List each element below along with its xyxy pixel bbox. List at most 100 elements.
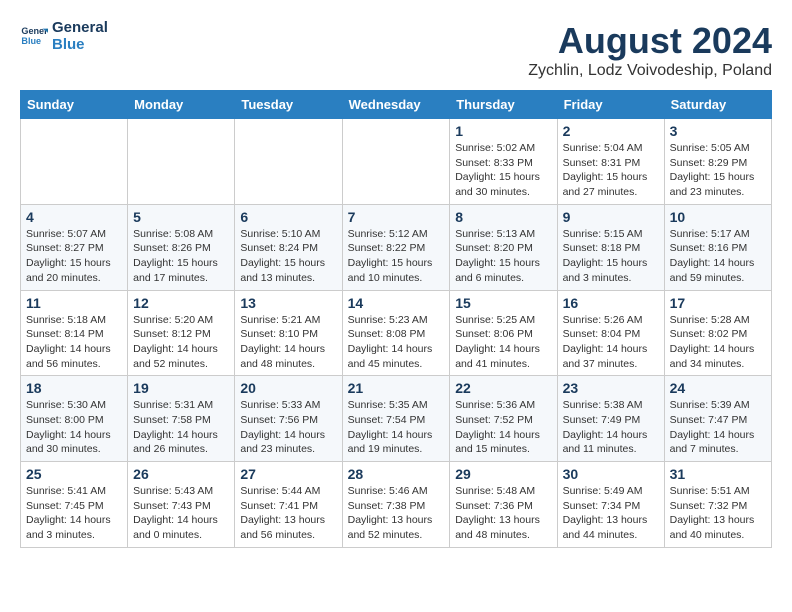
weekday-header-wednesday: Wednesday (342, 91, 450, 119)
day-number: 13 (240, 295, 336, 311)
day-info: Sunrise: 5:49 AMSunset: 7:34 PMDaylight:… (563, 484, 659, 543)
calendar-cell: 21Sunrise: 5:35 AMSunset: 7:54 PMDayligh… (342, 376, 450, 462)
calendar-cell: 10Sunrise: 5:17 AMSunset: 8:16 PMDayligh… (664, 204, 771, 290)
day-info: Sunrise: 5:21 AMSunset: 8:10 PMDaylight:… (240, 313, 336, 372)
day-number: 9 (563, 209, 659, 225)
day-info: Sunrise: 5:44 AMSunset: 7:41 PMDaylight:… (240, 484, 336, 543)
calendar-cell (128, 119, 235, 205)
day-info: Sunrise: 5:35 AMSunset: 7:54 PMDaylight:… (348, 398, 445, 457)
calendar-week-row: 18 Sunrise: 5:30 AMSunset: 8:00 PMDayligh… (21, 376, 772, 462)
calendar-header-row: SundayMondayTuesdayWednesdayThursdayFrid… (21, 91, 772, 119)
calendar-cell: 24 Sunrise: 5:39 AMSunset: 7:47 PMDayligh… (664, 376, 771, 462)
svg-text:Blue: Blue (21, 36, 41, 46)
day-info: Sunrise: 5:28 AMSunset: 8:02 PMDaylight:… (670, 313, 766, 372)
day-number: 12 (133, 295, 229, 311)
day-info: Sunrise: 5:13 AMSunset: 8:20 PMDaylight:… (455, 227, 551, 286)
calendar-cell: 12 Sunrise: 5:20 AMSunset: 8:12 PMDayligh… (128, 290, 235, 376)
day-info: Sunrise: 5:26 AMSunset: 8:04 PMDaylight:… (563, 313, 659, 372)
calendar-cell: 28 Sunrise: 5:46 AMSunset: 7:38 PMDayligh… (342, 462, 450, 548)
calendar-week-row: 1 Sunrise: 5:02 AMSunset: 8:33 PMDaylight… (21, 119, 772, 205)
calendar-cell: 2 Sunrise: 5:04 AMSunset: 8:31 PMDaylight… (557, 119, 664, 205)
day-info: Sunrise: 5:33 AMSunset: 7:56 PMDaylight:… (240, 398, 336, 457)
logo-icon: General Blue (20, 23, 48, 51)
calendar-cell: 19 Sunrise: 5:31 AMSunset: 7:58 PMDayligh… (128, 376, 235, 462)
day-number: 22 (455, 380, 551, 396)
day-number: 8 (455, 209, 551, 225)
day-info: Sunrise: 5:05 AMSunset: 8:29 PMDaylight:… (670, 141, 766, 200)
weekday-header-tuesday: Tuesday (235, 91, 342, 119)
day-info: Sunrise: 5:43 AMSunset: 7:43 PMDaylight:… (133, 484, 229, 543)
day-info: Sunrise: 5:41 AMSunset: 7:45 PMDaylight:… (26, 484, 122, 543)
calendar-cell: 22 Sunrise: 5:36 AMSunset: 7:52 PMDayligh… (450, 376, 557, 462)
calendar-cell (235, 119, 342, 205)
day-info: Sunrise: 5:18 AMSunset: 8:14 PMDaylight:… (26, 313, 122, 372)
calendar-cell: 26 Sunrise: 5:43 AMSunset: 7:43 PMDayligh… (128, 462, 235, 548)
logo-blue: Blue (52, 37, 108, 54)
calendar-cell: 20 Sunrise: 5:33 AMSunset: 7:56 PMDayligh… (235, 376, 342, 462)
day-number: 24 (670, 380, 766, 396)
svg-text:General: General (21, 26, 48, 36)
day-info: Sunrise: 5:12 AMSunset: 8:22 PMDaylight:… (348, 227, 445, 286)
weekday-header-friday: Friday (557, 91, 664, 119)
day-number: 6 (240, 209, 336, 225)
calendar-cell: 31 Sunrise: 5:51 AMSunset: 7:32 PMDayligh… (664, 462, 771, 548)
day-info: Sunrise: 5:51 AMSunset: 7:32 PMDaylight:… (670, 484, 766, 543)
day-number: 7 (348, 209, 445, 225)
day-number: 5 (133, 209, 229, 225)
day-number: 4 (26, 209, 122, 225)
day-number: 11 (26, 295, 122, 311)
calendar-cell: 29Sunrise: 5:48 AMSunset: 7:36 PMDayligh… (450, 462, 557, 548)
calendar-cell: 11 Sunrise: 5:18 AMSunset: 8:14 PMDayligh… (21, 290, 128, 376)
day-info: Sunrise: 5:30 AMSunset: 8:00 PMDaylight:… (26, 398, 122, 457)
calendar-cell: 14Sunrise: 5:23 AMSunset: 8:08 PMDayligh… (342, 290, 450, 376)
calendar-cell (342, 119, 450, 205)
day-info: Sunrise: 5:10 AMSunset: 8:24 PMDaylight:… (240, 227, 336, 286)
day-info: Sunrise: 5:20 AMSunset: 8:12 PMDaylight:… (133, 313, 229, 372)
day-info: Sunrise: 5:15 AMSunset: 8:18 PMDaylight:… (563, 227, 659, 286)
calendar-cell (21, 119, 128, 205)
calendar-cell: 7 Sunrise: 5:12 AMSunset: 8:22 PMDaylight… (342, 204, 450, 290)
day-number: 18 (26, 380, 122, 396)
calendar-cell: 27 Sunrise: 5:44 AMSunset: 7:41 PMDayligh… (235, 462, 342, 548)
page-header: General Blue General Blue August 2024 Zy… (20, 20, 772, 80)
calendar-cell: 25 Sunrise: 5:41 AMSunset: 7:45 PMDayligh… (21, 462, 128, 548)
day-info: Sunrise: 5:39 AMSunset: 7:47 PMDaylight:… (670, 398, 766, 457)
calendar-cell: 3Sunrise: 5:05 AMSunset: 8:29 PMDaylight… (664, 119, 771, 205)
day-info: Sunrise: 5:08 AMSunset: 8:26 PMDaylight:… (133, 227, 229, 286)
day-info: Sunrise: 5:23 AMSunset: 8:08 PMDaylight:… (348, 313, 445, 372)
calendar-cell: 8 Sunrise: 5:13 AMSunset: 8:20 PMDaylight… (450, 204, 557, 290)
day-info: Sunrise: 5:04 AMSunset: 8:31 PMDaylight:… (563, 141, 659, 200)
calendar-cell: 15 Sunrise: 5:25 AMSunset: 8:06 PMDayligh… (450, 290, 557, 376)
title-block: August 2024 Zychlin, Lodz Voivodeship, P… (528, 20, 772, 80)
weekday-header-thursday: Thursday (450, 91, 557, 119)
month-title: August 2024 (528, 20, 772, 62)
day-info: Sunrise: 5:02 AMSunset: 8:33 PMDaylight:… (455, 141, 551, 200)
day-number: 27 (240, 466, 336, 482)
day-number: 17 (670, 295, 766, 311)
day-info: Sunrise: 5:36 AMSunset: 7:52 PMDaylight:… (455, 398, 551, 457)
day-number: 28 (348, 466, 445, 482)
day-number: 1 (455, 123, 551, 139)
day-number: 31 (670, 466, 766, 482)
weekday-header-sunday: Sunday (21, 91, 128, 119)
day-number: 25 (26, 466, 122, 482)
calendar-week-row: 4 Sunrise: 5:07 AMSunset: 8:27 PMDaylight… (21, 204, 772, 290)
day-info: Sunrise: 5:38 AMSunset: 7:49 PMDaylight:… (563, 398, 659, 457)
day-info: Sunrise: 5:07 AMSunset: 8:27 PMDaylight:… (26, 227, 122, 286)
day-number: 19 (133, 380, 229, 396)
calendar-cell: 4 Sunrise: 5:07 AMSunset: 8:27 PMDaylight… (21, 204, 128, 290)
day-info: Sunrise: 5:48 AMSunset: 7:36 PMDaylight:… (455, 484, 551, 543)
day-number: 15 (455, 295, 551, 311)
calendar-cell: 6 Sunrise: 5:10 AMSunset: 8:24 PMDaylight… (235, 204, 342, 290)
day-info: Sunrise: 5:31 AMSunset: 7:58 PMDaylight:… (133, 398, 229, 457)
day-info: Sunrise: 5:46 AMSunset: 7:38 PMDaylight:… (348, 484, 445, 543)
logo: General Blue General Blue (20, 20, 108, 53)
calendar-week-row: 25 Sunrise: 5:41 AMSunset: 7:45 PMDayligh… (21, 462, 772, 548)
day-info: Sunrise: 5:25 AMSunset: 8:06 PMDaylight:… (455, 313, 551, 372)
calendar-cell: 13 Sunrise: 5:21 AMSunset: 8:10 PMDayligh… (235, 290, 342, 376)
day-number: 26 (133, 466, 229, 482)
day-number: 20 (240, 380, 336, 396)
day-number: 2 (563, 123, 659, 139)
calendar-cell: 5 Sunrise: 5:08 AMSunset: 8:26 PMDaylight… (128, 204, 235, 290)
logo-general: General (52, 20, 108, 37)
